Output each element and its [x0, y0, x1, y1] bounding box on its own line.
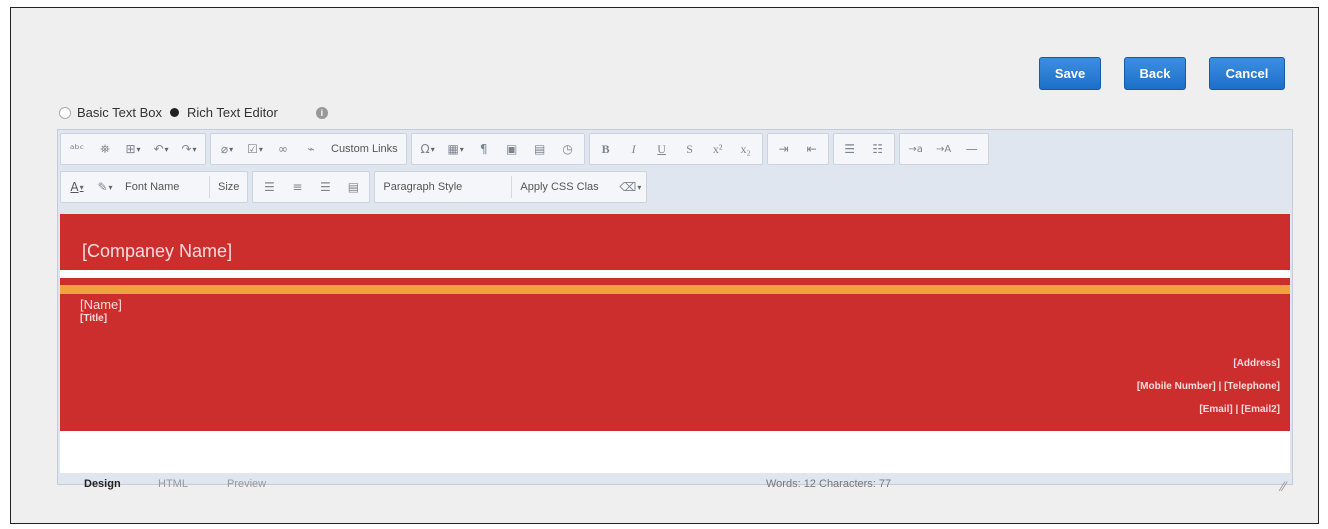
align-justify-icon[interactable]: ▤	[339, 175, 367, 199]
toolbar-row-1: ᵃᵇᶜ ⛯ ⊞ ▾ ↶ ▾ ↷ ▾ ⌀ ▾ ☑ ▾ ∞ ⌁ Custom Links Ω ▾…	[60, 132, 993, 166]
editor-content[interactable]: [Companey Name] [Name] [Title] [Address]…	[60, 214, 1290, 473]
align-left-icon[interactable]: ☰	[255, 175, 283, 199]
rtl-icon[interactable]: →A	[930, 137, 958, 161]
apply-css-class-select[interactable]: Apply CSS Clas	[514, 175, 616, 199]
rich-text-editor: ᵃᵇᶜ ⛯ ⊞ ▾ ↶ ▾ ↷ ▾ ⌀ ▾ ☑ ▾ ∞ ⌁ Custom Links Ω ▾…	[57, 129, 1293, 494]
underline-icon[interactable]: U	[648, 137, 676, 161]
toolbar-group-insert: ⌀ ▾ ☑ ▾ ∞ ⌁ Custom Links	[210, 133, 407, 165]
undo-icon[interactable]: ↶ ▾	[147, 137, 175, 161]
editor-mode-selector: Basic Text Box Rich Text Editor i	[59, 105, 328, 120]
basic-text-label[interactable]: Basic Text Box	[77, 105, 162, 120]
cancel-button[interactable]: Cancel	[1209, 57, 1285, 90]
toolbar-row-2: A ▾ ✎ ▾ Font Name Size ☰ ≡ ☰ ▤ Paragraph S…	[60, 170, 651, 204]
ordered-list-icon[interactable]: ☰	[836, 137, 864, 161]
highlight-color-icon[interactable]: ✎ ▾	[91, 175, 119, 199]
page-frame: Save Back Cancel Basic Text Box Rich Tex…	[10, 7, 1319, 524]
unlink-icon[interactable]: ⌁	[297, 137, 325, 161]
rich-text-label[interactable]: Rich Text Editor	[187, 105, 278, 120]
address-text: [Address]	[1233, 358, 1280, 369]
ltr-icon[interactable]: →a	[902, 137, 930, 161]
custom-links-button[interactable]: Custom Links	[325, 137, 404, 161]
align-center-icon[interactable]: ≡	[283, 175, 311, 199]
link-icon[interactable]: ∞	[269, 137, 297, 161]
font-name-select[interactable]: Font Name	[119, 175, 207, 199]
basic-text-radio[interactable]	[59, 106, 71, 119]
special-char-icon[interactable]: Ω ▾	[414, 137, 442, 161]
characters-count: Characters: 77	[819, 478, 892, 490]
tab-design[interactable]: Design	[84, 478, 121, 490]
italic-icon[interactable]: I	[620, 137, 648, 161]
resize-grip-icon[interactable]: ⁄⁄	[1281, 478, 1286, 494]
insert-icon[interactable]: ⊞ ▾	[119, 137, 147, 161]
header-band: [Companey Name]	[60, 214, 1290, 270]
word-count: Words: 12 Characters: 77	[766, 478, 891, 490]
paragraph-mark-icon[interactable]: ¶	[470, 137, 498, 161]
info-icon[interactable]: i	[315, 106, 328, 119]
calendar-icon[interactable]: ▤	[526, 137, 554, 161]
save-button[interactable]: Save	[1039, 57, 1101, 90]
divider-white	[60, 270, 1290, 278]
media-icon[interactable]: ▣	[498, 137, 526, 161]
eraser-icon[interactable]: ⌫ ▾	[616, 175, 644, 199]
toolbar-group-style: Paragraph Style Apply CSS Clas ⌫ ▾	[374, 171, 648, 203]
company-name: [Companey Name]	[82, 241, 233, 261]
indent-icon[interactable]: ⇥	[770, 137, 798, 161]
separator	[511, 176, 513, 198]
person-name: [Name]	[80, 297, 122, 312]
outdent-icon[interactable]: ⇤	[798, 137, 826, 161]
separator	[209, 176, 210, 198]
toolbar-group-misc: →a →A —	[898, 133, 989, 165]
phone-text: [Mobile Number] | [Telephone]	[1136, 381, 1280, 392]
align-right-icon[interactable]: ☰	[311, 175, 339, 199]
divider-orange	[60, 285, 1290, 294]
words-count: Words: 12	[766, 478, 816, 490]
divider-red	[60, 278, 1290, 285]
tab-preview[interactable]: Preview	[227, 478, 266, 490]
strike-icon[interactable]: S	[676, 137, 704, 161]
superscript-icon[interactable]: x²	[704, 137, 732, 161]
toolbar-group-format: B I U S x² x₂	[588, 133, 763, 165]
bold-icon[interactable]: B	[592, 137, 620, 161]
details-band: [Name] [Title] [Address] [Mobile Number]…	[60, 294, 1290, 431]
horizontal-rule-icon[interactable]: —	[958, 137, 986, 161]
subscript-icon[interactable]: x₂	[732, 137, 760, 161]
person-title: [Title]	[80, 313, 108, 324]
toolbar-group-font: A ▾ ✎ ▾ Font Name Size	[60, 171, 249, 203]
find-icon[interactable]: ⛯	[91, 137, 119, 161]
attach-icon[interactable]: ⌀ ▾	[213, 137, 241, 161]
toolbar-group-align: ☰ ≡ ☰ ▤	[252, 171, 371, 203]
unordered-list-icon[interactable]: ☷	[864, 137, 892, 161]
font-size-select[interactable]: Size	[212, 175, 245, 199]
toolbar-group-indent: ⇥ ⇤	[766, 133, 829, 165]
rich-text-radio[interactable]	[170, 108, 180, 117]
toolbar-group-edit: ᵃᵇᶜ ⛯ ⊞ ▾ ↶ ▾ ↷ ▾	[60, 133, 206, 165]
tab-html[interactable]: HTML	[158, 478, 188, 490]
spellcheck-icon[interactable]: ᵃᵇᶜ	[63, 137, 91, 161]
table-icon[interactable]: ▦ ▾	[442, 137, 470, 161]
back-button[interactable]: Back	[1124, 57, 1186, 90]
toolbar-group-lists: ☰ ☷	[832, 133, 895, 165]
paragraph-style-select[interactable]: Paragraph Style	[377, 175, 509, 199]
redo-icon[interactable]: ↷ ▾	[175, 137, 203, 161]
font-color-icon[interactable]: A ▾	[63, 175, 91, 199]
image-manager-icon[interactable]: ☑ ▾	[241, 137, 269, 161]
clock-icon[interactable]: ◷	[554, 137, 582, 161]
email-text: [Email] | [Email2]	[1199, 404, 1280, 415]
toolbar-group-objects: Ω ▾ ▦ ▾ ¶ ▣ ▤ ◷	[410, 133, 585, 165]
